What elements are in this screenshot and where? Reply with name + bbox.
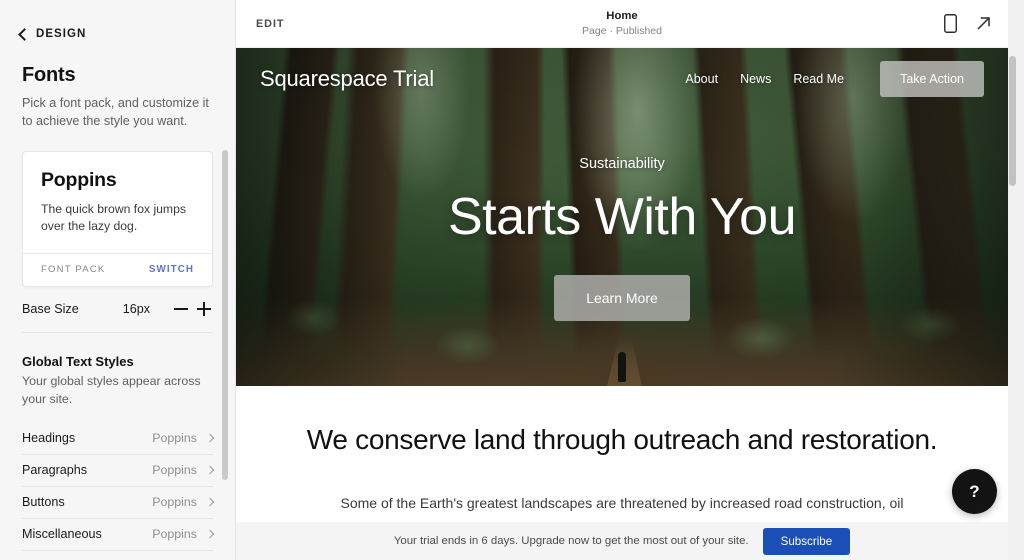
style-row-paragraphs[interactable]: Paragraphs Poppins bbox=[22, 455, 215, 487]
switch-font-pack-button[interactable]: SWITCH bbox=[149, 264, 194, 275]
minus-icon[interactable] bbox=[172, 300, 190, 318]
font-pack-sample-text: The quick brown fox jumps over the lazy … bbox=[41, 201, 186, 234]
site-canvas: Squarespace Trial About News Read Me Tak… bbox=[236, 48, 1008, 522]
style-row-headings[interactable]: Headings Poppins bbox=[22, 423, 215, 455]
style-row-label: Miscellaneous bbox=[22, 527, 102, 542]
page-title: Fonts bbox=[22, 64, 76, 86]
nav-link-read-me[interactable]: Read Me bbox=[793, 72, 844, 86]
design-fonts-sidebar: DESIGN Fonts Pick a font pack, and custo… bbox=[0, 0, 236, 560]
content-section[interactable]: We conserve land through outreach and re… bbox=[236, 386, 1008, 515]
style-row-value: Poppins bbox=[152, 463, 197, 478]
font-pack-card[interactable]: Poppins The quick brown fox jumps over t… bbox=[22, 150, 213, 287]
arrow-up-right-icon[interactable] bbox=[975, 15, 992, 32]
nav-link-news[interactable]: News bbox=[740, 72, 771, 86]
help-button[interactable]: ? bbox=[952, 469, 997, 514]
font-pack-footer: FONT PACK SWITCH bbox=[23, 252, 212, 286]
take-action-button[interactable]: Take Action bbox=[880, 61, 984, 97]
style-row-miscellaneous[interactable]: Miscellaneous Poppins bbox=[22, 519, 215, 551]
question-mark-icon: ? bbox=[969, 481, 980, 501]
edit-button[interactable]: EDIT bbox=[256, 18, 284, 30]
toolbar-actions bbox=[944, 14, 992, 33]
style-row-label: Paragraphs bbox=[22, 463, 88, 478]
preview-scrollbar-thumb[interactable] bbox=[1009, 56, 1016, 186]
style-row-value: Poppins bbox=[152, 431, 197, 446]
hero-eyebrow: Sustainability bbox=[579, 156, 665, 172]
page-info: Home Page · Published bbox=[236, 9, 1008, 38]
nav-link-about[interactable]: About bbox=[685, 72, 718, 86]
style-row-label: Headings bbox=[22, 431, 76, 446]
sidebar-scrollbar-thumb[interactable] bbox=[222, 150, 228, 480]
base-size-value: 16px bbox=[122, 302, 150, 317]
global-text-styles-title: Global Text Styles bbox=[22, 353, 134, 369]
chevron-right-icon bbox=[205, 497, 215, 507]
plus-icon[interactable] bbox=[195, 300, 213, 318]
subscribe-button[interactable]: Subscribe bbox=[762, 527, 851, 555]
page-status: Page · Published bbox=[582, 25, 662, 38]
chevron-right-icon bbox=[205, 529, 215, 539]
style-row-buttons[interactable]: Buttons Poppins bbox=[22, 487, 215, 519]
style-row-label: Buttons bbox=[22, 495, 65, 510]
chevron-left-icon bbox=[18, 28, 31, 41]
base-size-row: Base Size 16px bbox=[22, 287, 213, 333]
font-pack-label: FONT PACK bbox=[41, 263, 106, 275]
page-name: Home bbox=[606, 9, 638, 22]
nav-links: About News Read Me Take Action bbox=[685, 61, 984, 97]
squarespace-editor-window: DESIGN Fonts Pick a font pack, and custo… bbox=[0, 0, 1024, 560]
site-navigation: Squarespace Trial About News Read Me Tak… bbox=[236, 48, 1008, 110]
global-text-styles-subtitle: Your global styles appear across your si… bbox=[22, 373, 201, 406]
learn-more-button[interactable]: Learn More bbox=[554, 274, 690, 321]
back-button-label: DESIGN bbox=[36, 28, 87, 40]
trial-banner: Your trial ends in 6 days. Upgrade now t… bbox=[236, 522, 1008, 560]
chevron-right-icon bbox=[205, 433, 215, 443]
section-body-text: Some of the Earth's greatest landscapes … bbox=[340, 494, 904, 511]
hero-title: Starts With You bbox=[447, 188, 797, 246]
site-logo[interactable]: Squarespace Trial bbox=[260, 66, 434, 92]
style-row-value: Poppins bbox=[152, 495, 197, 510]
font-pack-name: Poppins bbox=[41, 168, 117, 191]
section-heading: We conserve land through outreach and re… bbox=[306, 424, 938, 455]
style-row-value: Poppins bbox=[152, 527, 197, 542]
chevron-right-icon bbox=[205, 465, 215, 475]
site-preview-pane: EDIT Home Page · Published Squarespace T… bbox=[236, 0, 1024, 560]
page-subtitle: Pick a font pack, and customize it to ac… bbox=[22, 96, 209, 129]
mobile-device-icon[interactable] bbox=[944, 14, 957, 33]
font-pack-preview: Poppins The quick brown fox jumps over t… bbox=[23, 152, 212, 253]
back-to-design-button[interactable]: DESIGN bbox=[0, 0, 235, 48]
hero-copy: Sustainability Starts With You Learn Mor… bbox=[236, 156, 1008, 321]
global-text-styles-list: Headings Poppins Paragraphs Poppins Butt… bbox=[22, 423, 215, 551]
base-size-label: Base Size bbox=[22, 302, 79, 317]
hero-section[interactable]: Squarespace Trial About News Read Me Tak… bbox=[236, 48, 1008, 386]
preview-toolbar: EDIT Home Page · Published bbox=[236, 0, 1008, 48]
trial-message: Your trial ends in 6 days. Upgrade now t… bbox=[393, 535, 749, 547]
